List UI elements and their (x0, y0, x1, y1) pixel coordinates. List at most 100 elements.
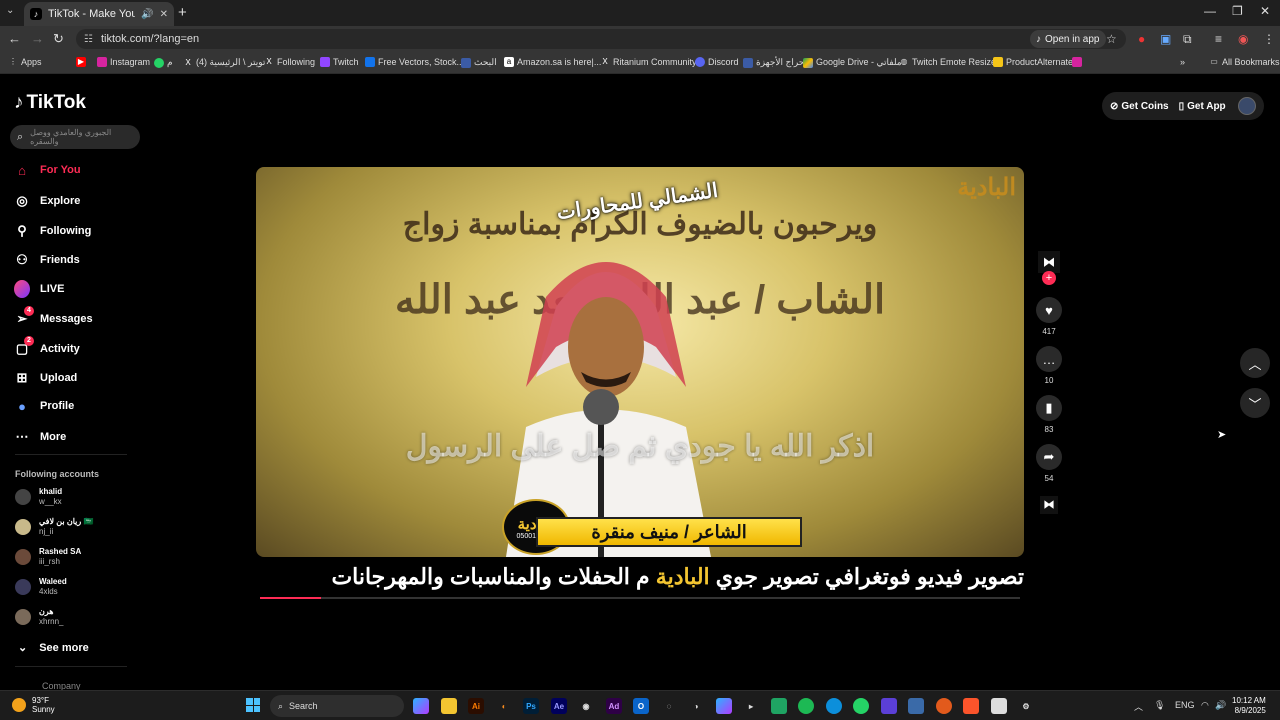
extensions-puzzle-icon[interactable]: ⧉ (1183, 32, 1192, 47)
nav-activity[interactable]: ▢ 2 Activity (14, 336, 80, 357)
bookmark-apps[interactable]: ⋮ Apps (8, 57, 42, 67)
creator-avatar-button[interactable]: ⧓ + (1036, 251, 1062, 285)
account-item[interactable]: ريان بن لافي 🇸🇦 nj_ii (15, 517, 93, 537)
comment-action[interactable]: … 10 (1036, 346, 1062, 385)
blender-icon[interactable]: ◐ (496, 698, 512, 714)
nav-live[interactable]: LIVE (14, 280, 64, 298)
after-effects-icon[interactable]: Ae (551, 698, 567, 714)
like-action[interactable]: ♥ 417 (1036, 297, 1062, 336)
get-app-button[interactable]: ▯ Get App (1179, 101, 1226, 112)
copilot-icon[interactable] (413, 698, 429, 714)
bookmark-productalternate[interactable]: ProductAlternate (993, 57, 1073, 67)
bookmarks-overflow-button[interactable]: » (1180, 57, 1185, 67)
nav-explore[interactable]: ◎ Explore (14, 193, 80, 209)
search-input[interactable]: ⌕ الجبوري والعامدي ووصل والسقره (10, 125, 140, 149)
heart-icon[interactable]: ♥ (1036, 297, 1062, 323)
save-action[interactable]: ▮ 83 (1036, 395, 1062, 434)
next-video-button[interactable]: ﹀ (1240, 388, 1270, 418)
back-button[interactable]: ← (8, 31, 21, 46)
nav-upload[interactable]: ⊞ Upload (14, 370, 78, 386)
chrome-icon[interactable]: ◉ (578, 698, 594, 714)
comment-icon[interactable]: … (1036, 346, 1062, 372)
see-more-button[interactable]: ⌄ See more (18, 641, 89, 655)
whatsapp-taskbar-icon[interactable] (853, 698, 869, 714)
extension-red-icon[interactable]: ● (1138, 32, 1145, 46)
close-window-button[interactable]: ✕ (1260, 4, 1270, 18)
steam-icon[interactable]: ◑ (688, 698, 704, 714)
language-indicator[interactable]: ENG (1175, 700, 1195, 710)
spotify-icon[interactable] (798, 698, 814, 714)
copilot-icon-2[interactable] (716, 698, 732, 714)
user-avatar[interactable] (1238, 97, 1256, 115)
bookmark-google-drive[interactable]: Google Drive - ملفاتي (803, 57, 902, 68)
bookmark-ritanium[interactable]: X Ritanium Community (600, 57, 696, 67)
browser-tab[interactable]: ♪ TikTok - Make Your Day 🔊 ✕ (24, 2, 174, 26)
app-icon[interactable]: ◌ (661, 698, 677, 714)
app-doc-icon[interactable] (991, 698, 1007, 714)
adobe-app-icon[interactable]: Ad (606, 698, 622, 714)
tray-overflow-icon[interactable]: ︿ (1134, 700, 1143, 713)
bookmark-discord[interactable]: Discord (695, 57, 739, 67)
share-action[interactable]: ➦ 54 (1036, 444, 1062, 483)
forward-button[interactable]: → (31, 31, 44, 46)
nav-profile[interactable]: ● Profile (14, 398, 74, 414)
app-orange-icon[interactable] (936, 698, 952, 714)
music-disc-icon[interactable]: ⧓ (1040, 496, 1058, 514)
new-tab-button[interactable]: + (178, 4, 187, 21)
tiktok-logo[interactable]: ♪ TikTok (14, 92, 86, 114)
tab-search-icon[interactable]: ⌄ (6, 5, 14, 16)
bookmark-search[interactable]: البحث (461, 57, 497, 68)
media-controls-icon[interactable]: ≡ (1215, 32, 1222, 46)
microphone-icon[interactable]: 🎙 (1154, 700, 1165, 711)
photoshop-icon[interactable]: Ps (523, 698, 539, 714)
site-info-icon[interactable]: ☷ (84, 34, 93, 45)
system-clock[interactable]: 10:12 AM 8/9/2025 (1232, 696, 1266, 716)
app-blue-icon[interactable] (908, 698, 924, 714)
bookmark-twitch[interactable]: Twitch (320, 57, 359, 67)
bookmark-youtube[interactable]: ▶ (76, 57, 86, 67)
all-bookmarks[interactable]: ▭ All Bookmarks (1209, 57, 1279, 67)
bookmark-twitch-emote[interactable]: ◍ Twitch Emote Resizer (899, 57, 1000, 67)
reload-button[interactable]: ↻ (53, 31, 64, 47)
follow-plus-icon[interactable]: + (1042, 271, 1056, 285)
close-tab-icon[interactable]: ✕ (160, 9, 168, 20)
windows-start-button[interactable] (246, 698, 260, 712)
speaker-icon[interactable]: 🔊 (141, 9, 153, 20)
profile-avatar-icon[interactable]: ◉ (1238, 32, 1248, 46)
bookmark-free-vectors[interactable]: Free Vectors, Stock... (365, 57, 464, 67)
brave-icon[interactable] (963, 698, 979, 714)
outlook-icon[interactable]: O (633, 698, 649, 714)
taskbar-search[interactable]: ⌕ Search (270, 695, 404, 717)
video-player[interactable]: ويرحبون بالضيوف الكرام بمناسبة زواج الشا… (256, 167, 1024, 557)
minimize-button[interactable]: — (1204, 4, 1216, 18)
account-item[interactable]: Rashed SA iii_rsh (15, 547, 81, 567)
bookmark-instagram[interactable]: Instagram (97, 57, 150, 67)
share-icon[interactable]: ➦ (1036, 444, 1062, 470)
bookmark-twitter-home[interactable]: X تويتر \ الرئيسية (4) (183, 57, 265, 68)
bookmark-star-icon[interactable]: ☆ (1106, 32, 1117, 46)
video-progress-bar[interactable] (260, 597, 1020, 599)
get-coins-button[interactable]: ⊘ Get Coins (1110, 101, 1169, 112)
nav-messages[interactable]: ➢ 4 Messages (14, 306, 93, 327)
open-in-app-button[interactable]: ♪ Open in app (1030, 30, 1106, 48)
extension-blue-icon[interactable]: ▣ (1160, 32, 1171, 46)
nav-following[interactable]: ⚲ Following (14, 223, 91, 239)
nav-more[interactable]: ⋯ More (14, 429, 67, 445)
browser-menu-icon[interactable]: ⋮ (1263, 32, 1275, 46)
bookmark-following[interactable]: X Following (264, 57, 315, 67)
app-green-icon[interactable] (771, 698, 787, 714)
volume-icon[interactable]: 🔊 (1215, 700, 1226, 711)
wifi-icon[interactable]: ◠ (1201, 700, 1209, 711)
bookmark-instagram-2[interactable] (1072, 57, 1082, 67)
illustrator-icon[interactable]: Ai (468, 698, 484, 714)
bookmark-whatsapp[interactable]: م (154, 57, 173, 68)
maximize-button[interactable]: ❐ (1232, 4, 1243, 18)
account-item[interactable]: Waleed 4xlds (15, 577, 67, 597)
account-item[interactable]: هرن xhrnn_ (15, 607, 63, 627)
settings-gear-icon[interactable]: ⚙ (1018, 698, 1034, 714)
address-bar[interactable]: ☷ tiktok.com/?lang=en (76, 29, 1126, 49)
app-purple-icon[interactable] (881, 698, 897, 714)
weather-widget[interactable]: 93°F Sunny (12, 696, 55, 714)
bookmark-amazon[interactable]: a Amazon.sa is here|... (504, 57, 601, 67)
bookmark-haraj[interactable]: حراج الأجهزة (743, 57, 804, 68)
